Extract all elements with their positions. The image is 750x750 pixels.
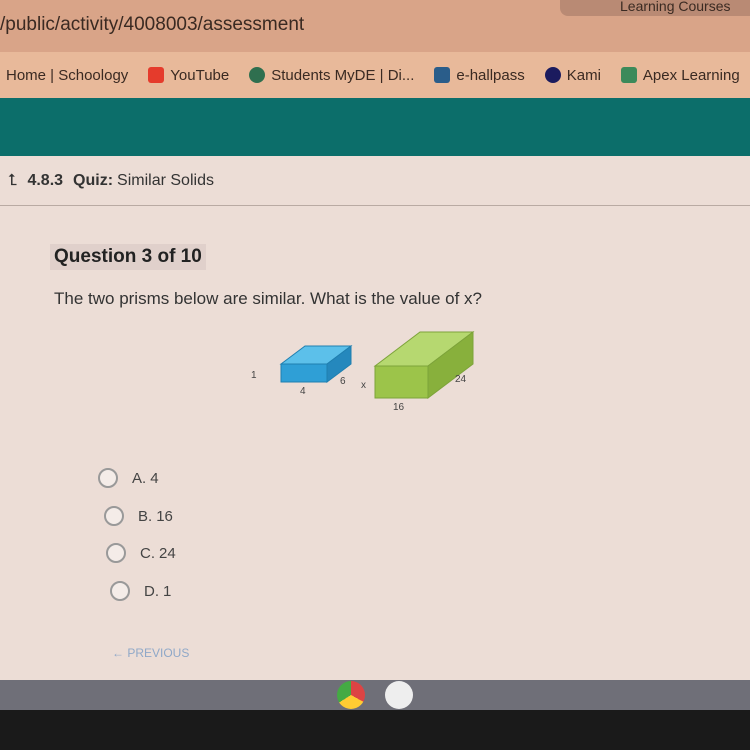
bookmark-ehallpass[interactable]: e-hallpass (434, 66, 525, 84)
bookmarks-bar: Home | Schoology YouTube Students MyDE |… (0, 52, 750, 98)
taskbar (0, 680, 750, 710)
question-text: The two prisms below are similar. What i… (54, 289, 482, 308)
large-height-label: x (361, 380, 366, 391)
youtube-icon (148, 67, 165, 83)
gmail-icon[interactable] (385, 681, 413, 709)
option-b[interactable]: B. 16 (104, 506, 173, 526)
kami-icon (544, 67, 561, 83)
browser-tab[interactable]: Learning Courses (560, 0, 750, 16)
browser-address-bar: /public/activity/4008003/assessment Lear… (0, 0, 750, 52)
option-letter: B. (138, 507, 153, 525)
globe-icon (249, 67, 266, 83)
quiz-title: Similar Solids (117, 171, 214, 189)
option-c[interactable]: C. 24 (106, 543, 176, 563)
quiz-page: ⮤ 4.8.3 Quiz: Similar Solids Question 3 … (0, 156, 750, 680)
option-a[interactable]: A. 4 (98, 468, 159, 488)
quiz-type: Quiz: (73, 171, 114, 189)
bookmark-apex[interactable]: Apex Learning (620, 66, 740, 84)
site-header (0, 98, 750, 156)
bookmark-students-myde[interactable]: Students MyDE | Di... (249, 67, 414, 84)
question-header: Question 3 of 10 (50, 244, 206, 270)
radio-button[interactable] (106, 543, 126, 563)
option-d[interactable]: D. 1 (110, 581, 171, 601)
chrome-icon[interactable] (337, 681, 365, 709)
previous-button[interactable]: ← PREVIOUS (112, 646, 189, 660)
option-letter: A. (132, 469, 147, 487)
bookmark-label: Kami (566, 66, 601, 84)
bookmark-kami[interactable]: Kami (544, 66, 601, 84)
large-depth-label: 24 (455, 374, 467, 385)
apex-icon (620, 67, 637, 83)
bookmark-label: e-hallpass (456, 66, 525, 84)
option-value: 1 (163, 582, 172, 600)
bookmark-youtube[interactable]: YouTube (148, 67, 229, 84)
quiz-number: 4.8.3 (27, 171, 64, 189)
url-field[interactable]: /public/activity/4008003/assessment (0, 14, 304, 36)
small-width-label: 4 (300, 386, 306, 397)
quiz-breadcrumb: ⮤ 4.8.3 Quiz: Similar Solids (0, 156, 750, 206)
option-letter: C. (140, 544, 155, 562)
bookmark-label: YouTube (170, 66, 230, 84)
radio-button[interactable] (104, 506, 124, 526)
large-width-label: 16 (393, 402, 405, 413)
option-value: 16 (156, 507, 173, 525)
option-value: 24 (159, 544, 176, 562)
bookmark-label: Apex Learning (642, 66, 740, 84)
option-letter: D. (144, 582, 159, 600)
small-height-label: 1 (251, 370, 257, 381)
bookmark-label: Home | Schoology (6, 66, 129, 84)
large-prism (373, 330, 475, 400)
option-value: 4 (150, 469, 159, 487)
radio-button[interactable] (98, 468, 118, 488)
bookmark-label: Students MyDE | Di... (271, 66, 415, 84)
back-arrow-icon[interactable]: ⮤ (8, 172, 17, 190)
prisms-figure: 1 4 6 x 16 24 (251, 330, 475, 413)
bookmark-schoology[interactable]: Home | Schoology (6, 67, 128, 84)
small-depth-label: 6 (340, 376, 346, 387)
ehallpass-icon (434, 67, 451, 83)
radio-button[interactable] (110, 581, 130, 601)
